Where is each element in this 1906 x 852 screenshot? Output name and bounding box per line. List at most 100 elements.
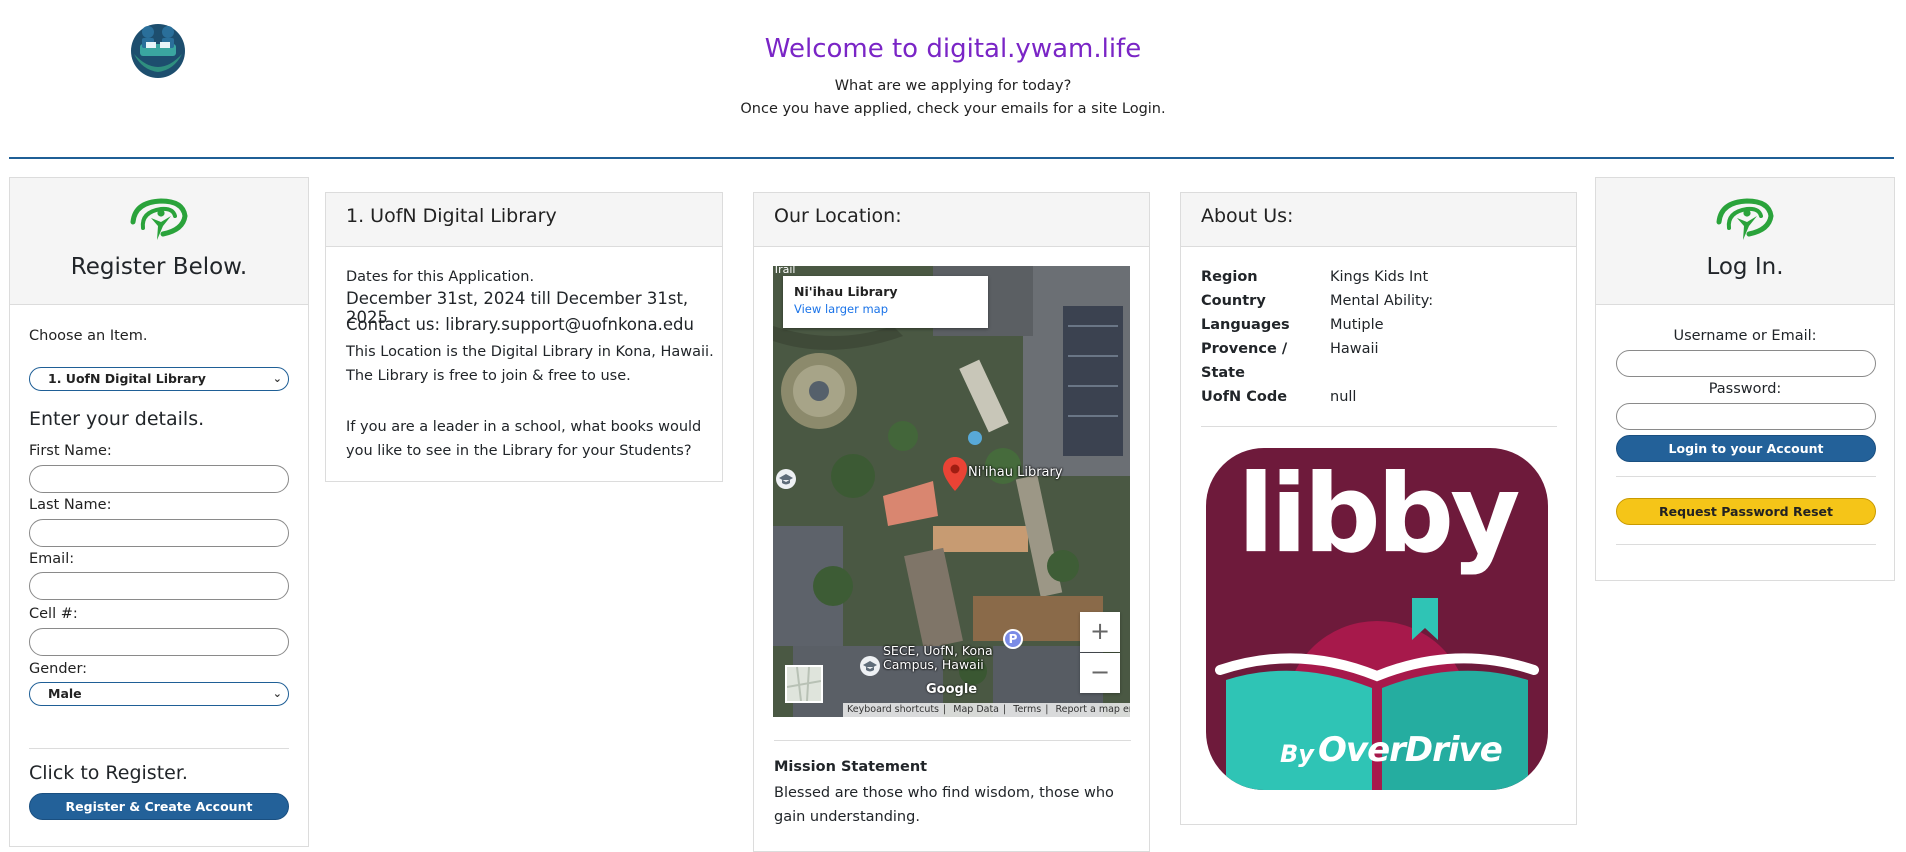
libby-logo[interactable]: libby By OverDrive [1206,448,1548,790]
map-zoom-out-button[interactable]: − [1080,653,1120,693]
map-pin-label: Ni'ihau Library [968,465,1063,480]
gender-label: Gender: [29,661,88,677]
embedded-map[interactable]: Ni'ihau Library View larger map Trail Ni… [773,266,1130,717]
about-divider [1201,426,1557,427]
password-label: Password: [1708,381,1782,397]
overdrive-wordmark: OverDrive [1318,730,1503,770]
ywam-brand-icon [130,198,188,240]
password-reset-button[interactable]: Request Password Reset [1616,498,1876,525]
location-card-title: Our Location: [774,205,902,227]
gender-select-value: Male [48,686,82,701]
map-footer-bar: Keyboard shortcuts | Map Data | Terms | Rep… [843,703,1130,717]
about-card-title: About Us: [1201,205,1294,227]
about-value: null [1330,389,1357,405]
about-value: Hawaii [1330,341,1379,357]
choose-item-label: Choose an Item. [29,328,148,344]
library-card: 1. UofN Digital Library Dates for this A… [325,192,723,482]
dates-label: Dates for this Application. [346,269,535,285]
school-icon[interactable] [775,468,797,494]
username-label: Username or Email: [1673,328,1817,344]
username-field[interactable] [1616,350,1876,377]
about-key: Region [1201,269,1258,285]
about-table: Region Kings Kids Int Country Mental Abi… [1201,265,1433,409]
library-description-3: If you are a leader in a school, what bo… [346,419,702,459]
register-card-header: Register Below. [10,178,308,305]
location-divider [774,740,1131,741]
login-heading: Log In. [1706,254,1784,280]
libby-wordmark: libby [1237,452,1520,577]
page-header: Welcome to digital.ywam.life What are we… [0,0,1906,160]
map-layer-toggle[interactable] [785,665,823,703]
library-card-title: 1. UofN Digital Library [346,205,557,227]
about-card: About Us: Region Kings Kids Int Country … [1180,192,1577,825]
about-row: Languages Mutiple [1201,313,1433,337]
libby-by-text: By [1280,740,1314,768]
register-heading: Register Below. [70,254,248,280]
map-data-link[interactable]: Map Data [949,704,1003,715]
view-larger-map-link[interactable]: View larger map [794,302,977,316]
about-key: Country [1201,293,1266,309]
about-value: Mental Ability: [1330,293,1434,309]
map-keyboard-shortcuts-link[interactable]: Keyboard shortcuts [843,704,943,715]
map-campus-label-line-1: SECE, UofN, Kona [883,643,993,658]
site-subtitle-login-note: Once you have applied, check your emails… [740,101,1166,117]
library-description-2: The Library is free to join & free to us… [346,368,631,384]
item-select-value: 1. UofN Digital Library [48,371,206,386]
about-key: UofN Code [1201,389,1288,405]
map-place-card: Ni'ihau Library View larger map [783,276,988,328]
password-field[interactable] [1616,403,1876,430]
mission-label: Mission Statement [774,759,928,775]
map-campus-label: SECE, UofN, Kona Campus, Hawaii [883,644,993,672]
login-divider-bottom [1616,544,1876,545]
site-title: Welcome to digital.ywam.life [764,34,1142,64]
cell-field[interactable] [29,628,289,656]
login-card: Log In. Username or Email: Password: Log… [1595,177,1895,581]
click-register-heading: Click to Register. [29,762,188,784]
chevron-down-icon: ⌄ [272,372,282,385]
first-name-label: First Name: [29,443,112,459]
map-campus-label-line-2: Campus, Hawaii [883,657,984,672]
about-row: Country Mental Ability: [1201,289,1433,313]
map-terms-link[interactable]: Terms [1009,704,1045,715]
about-key: Languages [1201,317,1290,333]
site-subtitle: What are we applying for today? [834,78,1072,94]
map-report-error-link[interactable]: Report a map error [1051,704,1130,715]
register-card: Register Below. Choose an Item. 1. UofN … [9,177,309,847]
about-row: Region Kings Kids Int [1201,265,1433,289]
about-value: Mutiple [1330,317,1384,333]
about-row: Provence / State Hawaii [1201,337,1433,385]
library-card-header: 1. UofN Digital Library [326,193,722,247]
contact-email: Contact us: library.support@uofnkona.edu [346,315,694,334]
login-divider [1616,476,1876,477]
location-card-header: Our Location: [754,193,1149,247]
login-button[interactable]: Login to your Account [1616,435,1876,462]
item-select[interactable]: 1. UofN Digital Library ⌄ [29,367,289,391]
about-card-header: About Us: [1181,193,1576,247]
header-divider [9,157,1894,159]
cell-label: Cell #: [29,606,78,622]
last-name-field[interactable] [29,519,289,547]
mission-text: Blessed are those who find wisdom, those… [774,785,1114,825]
about-value: Kings Kids Int [1330,269,1429,285]
last-name-label: Last Name: [29,497,112,513]
google-logo: Google [926,682,978,697]
gender-select[interactable]: Male ⌄ [29,682,289,706]
parking-icon[interactable]: P [1003,629,1023,649]
about-row: UofN Code null [1201,385,1433,409]
chevron-down-icon: ⌄ [272,687,282,700]
school-icon[interactable] [859,655,881,681]
library-description-1: This Location is the Digital Library in … [346,344,714,360]
map-place-name: Ni'ihau Library [794,284,898,299]
details-heading: Enter your details. [29,408,205,430]
first-name-field[interactable] [29,465,289,493]
login-card-header: Log In. [1596,178,1894,305]
map-pin-icon[interactable] [943,457,967,495]
register-button[interactable]: Register & Create Account [29,793,289,820]
ywam-brand-icon [1716,198,1774,240]
email-field[interactable] [29,572,289,600]
map-zoom-in-button[interactable]: + [1080,612,1120,652]
email-label: Email: [29,551,75,567]
about-key: Provence / State [1201,341,1288,381]
register-divider [29,748,289,749]
map-trail-label: Trail [773,266,796,276]
